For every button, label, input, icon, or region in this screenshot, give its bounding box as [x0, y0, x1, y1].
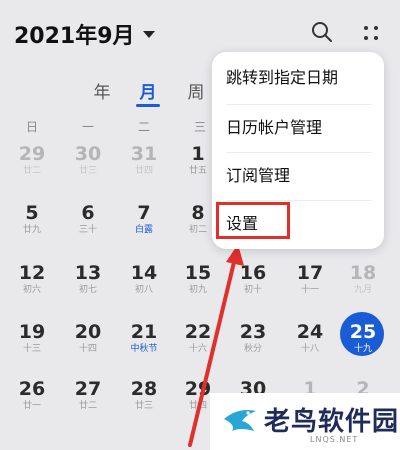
calendar-day[interactable]: 31 廿四 [121, 143, 167, 193]
calendar-day[interactable]: 19 十三 [9, 321, 55, 371]
day-number: 17 [296, 262, 324, 284]
search-icon[interactable] [310, 20, 334, 44]
lunar-date: 初十 [243, 285, 262, 295]
lunar-date: 初六 [22, 285, 41, 295]
lunar-date: 白露 [134, 225, 153, 235]
day-number: 21 [130, 321, 158, 343]
lunar-date: 初八 [134, 285, 153, 295]
day-number: 13 [74, 262, 102, 284]
calendar-day[interactable]: 24 十八 [287, 321, 333, 371]
calendar-day[interactable]: 17 十一 [287, 262, 333, 312]
bird-logo-icon [224, 410, 256, 431]
lunar-date: 初七 [78, 285, 97, 295]
day-number: 31 [130, 143, 158, 165]
menu-item-jump-to-date[interactable]: 跳转到指定日期 [226, 58, 376, 98]
lunar-date: 廿二 [78, 401, 97, 411]
calendar-day[interactable]: 12 初六 [9, 262, 55, 312]
day-number: 28 [130, 378, 158, 400]
tab-year[interactable]: 年 [82, 78, 122, 103]
lunar-date: 廿四 [134, 166, 153, 176]
lunar-date: 十三 [22, 344, 41, 354]
watermark: 老鸟软件园 LNQS.NET [210, 393, 400, 450]
day-number: 30 [74, 143, 102, 165]
menu-item-account-management[interactable]: 日历帐户管理 [226, 108, 376, 148]
lunar-date: 十八 [300, 344, 319, 354]
calendar-day[interactable]: 16 初十 [230, 262, 276, 312]
lunar-date: 十九 [353, 344, 372, 354]
calendar-day[interactable]: 21 中秋节 [121, 321, 167, 371]
day-number: 15 [184, 262, 212, 284]
month-title: 2021年9月 [14, 24, 135, 49]
calendar-day[interactable]: 26 廿一 [9, 378, 55, 428]
lunar-date: 廿二 [22, 166, 41, 176]
lunar-date: 三十 [78, 225, 97, 235]
day-number: 29 [18, 143, 46, 165]
day-number: 27 [74, 378, 102, 400]
day-number: 5 [25, 202, 39, 224]
day-number: 18 [349, 262, 377, 284]
tab-week[interactable]: 周 [176, 78, 216, 103]
day-number: 23 [239, 321, 267, 343]
calendar-day[interactable]: 7 白露 [121, 202, 167, 252]
weekday-label: 二 [137, 120, 150, 134]
day-number: 24 [296, 321, 324, 343]
calendar-day[interactable]: 29 廿二 [9, 143, 55, 193]
tab-month[interactable]: 月 [128, 78, 168, 103]
weekday-label: 日 [25, 120, 38, 134]
day-number: 26 [18, 378, 46, 400]
day-number: 7 [137, 202, 151, 224]
month-selector[interactable]: 2021年9月 [14, 18, 155, 50]
menu-divider [226, 152, 372, 153]
calendar-day[interactable]: 22 十六 [175, 321, 221, 371]
lunar-date: 廿一 [22, 401, 41, 411]
lunar-date: 廿三 [78, 166, 97, 176]
calendar-day[interactable]: 15 初九 [175, 262, 221, 312]
calendar-day[interactable]: 27 廿二 [65, 378, 111, 428]
caret-down-icon [142, 30, 155, 38]
day-number: 20 [74, 321, 102, 343]
day-number: 14 [130, 262, 158, 284]
lunar-date: 秋分 [243, 344, 262, 354]
lunar-date: 中秋节 [130, 344, 158, 354]
weekday-label: 一 [81, 120, 94, 134]
calendar-day[interactable]: 6 三十 [65, 202, 111, 252]
day-number: 16 [239, 262, 267, 284]
lunar-date: 初九 [188, 285, 207, 295]
calendar-day[interactable]: 20 十四 [65, 321, 111, 371]
calendar-day[interactable]: 13 初七 [65, 262, 111, 312]
calendar-day[interactable]: 5 廿九 [9, 202, 55, 252]
day-number: 6 [81, 202, 95, 224]
more-dots-icon[interactable] [360, 22, 382, 44]
lunar-date: 十四 [78, 344, 97, 354]
day-number: 19 [18, 321, 46, 343]
watermark-subtitle: LNQS.NET [310, 435, 359, 444]
calendar-day[interactable]: 25 十九 [340, 321, 386, 371]
calendar-day[interactable]: 23 秋分 [230, 321, 276, 371]
calendar-day[interactable]: 14 初八 [121, 262, 167, 312]
lunar-date: 廿九 [22, 225, 41, 235]
lunar-date: 廿三 [134, 401, 153, 411]
calendar-day[interactable]: 28 廿三 [121, 378, 167, 428]
active-tab-indicator [136, 104, 160, 107]
lunar-date: 九月 [353, 285, 372, 295]
day-number: 22 [184, 321, 212, 343]
menu-divider [226, 200, 372, 201]
calendar-day[interactable]: 30 廿三 [65, 143, 111, 193]
menu-divider [226, 104, 372, 105]
day-number: 12 [18, 262, 46, 284]
menu-item-subscription-management[interactable]: 订阅管理 [226, 156, 376, 196]
lunar-date: 十一 [300, 285, 319, 295]
settings-highlight-box [216, 202, 290, 239]
day-number: 25 [349, 321, 377, 343]
watermark-title: 老鸟软件园 [264, 407, 400, 437]
calendar-day[interactable]: 18 九月 [340, 262, 386, 312]
lunar-date: 十六 [188, 344, 207, 354]
